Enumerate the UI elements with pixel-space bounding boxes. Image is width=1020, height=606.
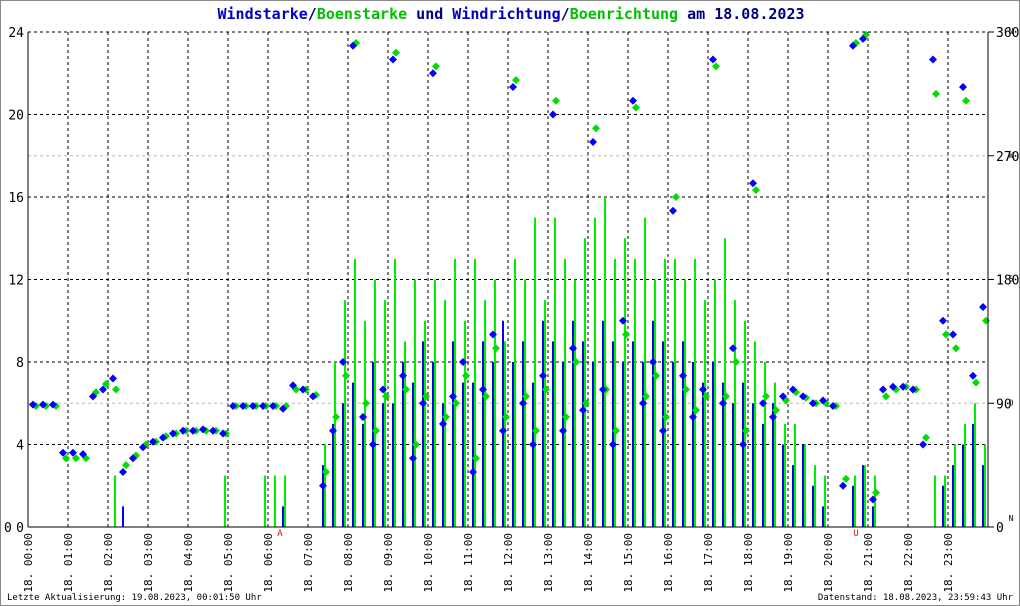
direction-point [839, 481, 847, 490]
x-tick-label: 18. 04:00 [182, 533, 195, 593]
gust-direction-point [872, 488, 880, 497]
gust-direction-point [672, 193, 680, 201]
x-tick-label: 18. 20:00 [822, 533, 835, 593]
x-tick-label: 18. 02:00 [102, 533, 115, 593]
direction-point [959, 83, 967, 91]
x-tick-label: 18. 23:00 [942, 533, 955, 593]
x-tick-label: 18. 18:00 [742, 533, 755, 593]
direction-point [629, 96, 637, 105]
gust-direction-point [492, 344, 500, 353]
direction-point [429, 69, 437, 78]
gust-direction-point [112, 385, 120, 394]
gust-direction-point [762, 392, 770, 401]
compass-label: S [1009, 275, 1014, 284]
gust-direction-point [732, 358, 740, 366]
y-tick-label: 20 [8, 109, 24, 124]
gust-direction-point [622, 330, 630, 339]
gust-direction-point [752, 186, 760, 195]
gust-direction-point [982, 316, 990, 325]
wind-chart: 0 4 8 12 16 20 24 18. 00:00 18. 01:00 18. 02:00 18… [4, 26, 1019, 593]
direction-point [929, 55, 937, 64]
y-tick-label: 4 [16, 439, 24, 454]
x-tick-label: 18. 01:00 [62, 533, 75, 593]
y-tick-label: 12 [8, 274, 24, 289]
x-tick-label: 18. 16:00 [662, 533, 675, 593]
last-update-text: Letzte Aktualisierung: 19.08.2023, 00:01… [7, 593, 262, 603]
gust-direction-point [332, 413, 340, 421]
x-tick-label: 18. 10:00 [422, 533, 435, 593]
compass-label: O [1009, 398, 1014, 407]
x-tick-label: 18. 11:00 [462, 533, 475, 593]
x-tick-label: 18. 14:00 [582, 533, 595, 593]
direction-point [919, 440, 927, 449]
gust-direction-point [952, 344, 960, 353]
direction-point [549, 110, 557, 119]
direction-point [669, 206, 677, 215]
gust-direction-point [942, 330, 950, 339]
chart-window: Windstarke/Boenstarke und Windrichtung/B… [0, 0, 1020, 606]
direction-point [589, 138, 597, 146]
gust-direction-point [512, 76, 520, 85]
gust-direction-point [432, 62, 440, 71]
direction-point [389, 55, 397, 64]
direction-point [949, 330, 957, 339]
direction-point [709, 55, 717, 64]
gust-direction-point [932, 89, 940, 98]
direction-point [749, 179, 757, 188]
gust-direction-point [962, 96, 970, 105]
x-tick-label: 18. 12:00 [502, 533, 515, 593]
compass-label: N [1009, 514, 1014, 523]
event-marker: A [277, 529, 283, 539]
gust-direction-point [552, 96, 560, 105]
x-tick-label: 18. 17:00 [702, 533, 715, 593]
gust-direction-point [382, 392, 390, 401]
x-tick-label: 18. 07:00 [302, 533, 315, 593]
gust-direction-point [972, 378, 980, 387]
direction-point [939, 316, 947, 325]
direction-point [109, 374, 117, 383]
left-axis-zero: 0 [4, 521, 12, 536]
x-tick-label: 18. 13:00 [542, 533, 555, 593]
y-tick-label: 8 [16, 356, 24, 371]
x-tick-label: 18. 06:00 [262, 533, 275, 593]
gust-direction-point [462, 371, 470, 380]
gust-direction-point [592, 124, 600, 133]
direction-point [879, 385, 887, 394]
gust-direction-point [712, 62, 720, 71]
gust-direction-point [392, 48, 400, 57]
compass-label: N [1009, 27, 1014, 36]
x-tick-label: 18. 21:00 [862, 533, 875, 593]
direction-point [979, 303, 987, 311]
gust-direction-point [922, 433, 930, 442]
gust-direction-point [362, 399, 370, 408]
gust-direction-point [882, 392, 890, 401]
gust-direction-point [122, 461, 130, 470]
x-tick-label: 18. 09:00 [382, 533, 395, 593]
gust-direction-point [842, 474, 850, 483]
direction-point [119, 468, 127, 476]
gust-direction-point [632, 103, 640, 112]
data-timestamp-text: Datenstand: 18.08.2023, 23:59:43 Uhr [817, 593, 1013, 603]
direction-point [509, 83, 517, 91]
x-tick-label: 18. 08:00 [342, 533, 355, 593]
x-tick-label: 18. 22:00 [902, 533, 915, 593]
y2-tick-label: 0 [996, 521, 1004, 536]
x-tick-label: 18. 00:00 [22, 533, 35, 593]
y-tick-label: 24 [8, 26, 24, 41]
direction-point [969, 371, 977, 380]
compass-label: W [1009, 151, 1014, 160]
event-marker: U [853, 529, 858, 539]
x-tick-label: 18. 19:00 [782, 533, 795, 593]
x-tick-label: 18. 15:00 [622, 533, 635, 593]
x-tick-label: 18. 05:00 [222, 533, 235, 593]
gust-direction-point [342, 371, 350, 380]
x-tick-label: 18. 03:00 [142, 533, 155, 593]
y-tick-label: 16 [8, 191, 24, 206]
